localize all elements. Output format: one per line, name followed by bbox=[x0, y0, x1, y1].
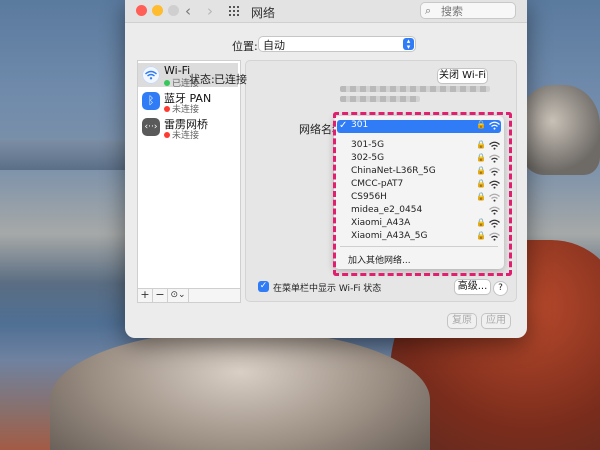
select-arrows-icon: ▴ ▾ bbox=[403, 38, 414, 51]
location-value: 自动 bbox=[263, 39, 285, 52]
wifi-signal-icon bbox=[489, 206, 500, 215]
network-item[interactable]: ChinaNet-L36R_5G 🔒 bbox=[334, 166, 504, 179]
show-wifi-in-menubar-label: 在菜单栏中显示 Wi-Fi 状态 bbox=[273, 284, 382, 294]
wifi-signal-icon bbox=[489, 141, 500, 150]
desktop-rock bbox=[520, 85, 600, 175]
network-name-dropdown[interactable]: ✓ 301 🔒 301-5G 🔒 302-5G 🔒 ChinaNet-L36R_… bbox=[334, 116, 504, 269]
status-label: 状态: bbox=[189, 73, 215, 86]
lock-icon: 🔒 bbox=[476, 120, 486, 129]
network-item[interactable]: CS956H 🔒 bbox=[334, 192, 504, 205]
revert-button[interactable]: 复原 bbox=[448, 314, 476, 328]
help-button[interactable]: ? bbox=[494, 282, 507, 295]
lock-icon: 🔒 bbox=[476, 218, 486, 227]
wifi-signal-icon bbox=[489, 180, 500, 189]
service-status: 未连接 bbox=[164, 128, 199, 141]
join-other-network-item[interactable]: 加入其他网络... bbox=[348, 253, 411, 266]
network-item[interactable]: 301-5G 🔒 bbox=[334, 140, 504, 153]
zoom-window-button[interactable] bbox=[168, 5, 179, 16]
network-item[interactable]: 302-5G 🔒 bbox=[334, 153, 504, 166]
wifi-signal-icon bbox=[489, 121, 500, 130]
network-item[interactable]: CMCC-pAT7 🔒 bbox=[334, 179, 504, 192]
lock-icon: 🔒 bbox=[476, 231, 486, 240]
search-input[interactable] bbox=[439, 4, 513, 19]
status-dot-icon bbox=[164, 132, 170, 138]
service-list-toolbar: + − ⊙⌄ bbox=[137, 288, 241, 303]
status-dot-icon bbox=[164, 80, 170, 86]
search-field[interactable]: ⌕ bbox=[420, 2, 516, 19]
minimize-window-button[interactable] bbox=[152, 5, 163, 16]
show-wifi-in-menubar-checkbox[interactable]: ✓ bbox=[258, 281, 269, 292]
show-all-grid-icon[interactable] bbox=[229, 6, 241, 16]
add-service-button[interactable]: + bbox=[138, 289, 153, 302]
service-list: Wi-Fi 已连接 ᛒ 蓝牙 PAN 未连接 ‹··› 雷雳网桥 未连接 bbox=[137, 60, 241, 302]
wifi-icon bbox=[142, 66, 160, 84]
forward-icon[interactable]: › bbox=[207, 2, 213, 20]
bluetooth-icon: ᛒ bbox=[142, 92, 160, 110]
back-icon[interactable]: ‹ bbox=[185, 2, 191, 20]
checkmark-icon: ✓ bbox=[339, 120, 348, 131]
turn-off-wifi-button[interactable]: 关闭 Wi-Fi bbox=[438, 69, 487, 83]
close-window-button[interactable] bbox=[136, 5, 147, 16]
lock-icon: 🔒 bbox=[476, 140, 486, 149]
lock-icon: 🔒 bbox=[476, 166, 486, 175]
service-status: 未连接 bbox=[164, 102, 199, 115]
status-dot-icon bbox=[164, 106, 170, 112]
desktop-shoreline bbox=[0, 140, 130, 170]
location-label: 位置: bbox=[232, 40, 258, 53]
wifi-signal-icon bbox=[489, 167, 500, 176]
network-item[interactable]: midea_e2_0454 bbox=[334, 205, 504, 218]
network-item[interactable]: Xiaomi_A43A 🔒 bbox=[334, 218, 504, 231]
service-item-bluetooth-pan[interactable]: ᛒ 蓝牙 PAN 未连接 bbox=[138, 89, 238, 115]
menu-separator bbox=[340, 246, 498, 247]
service-item-thunderbolt-bridge[interactable]: ‹··› 雷雳网桥 未连接 bbox=[138, 115, 238, 141]
redacted-status-detail bbox=[340, 96, 420, 102]
status-value: 已连接 bbox=[214, 73, 247, 86]
action-menu-button[interactable]: ⊙⌄ bbox=[168, 289, 189, 302]
lock-icon: 🔒 bbox=[476, 153, 486, 162]
network-item[interactable]: Xiaomi_A43A_5G 🔒 bbox=[334, 231, 504, 244]
wifi-signal-icon bbox=[489, 219, 500, 228]
window-title: 网络 bbox=[251, 6, 276, 20]
lock-icon: 🔒 bbox=[476, 179, 486, 188]
wifi-signal-icon bbox=[489, 193, 500, 202]
remove-service-button[interactable]: − bbox=[153, 289, 168, 302]
desktop-cliff bbox=[50, 330, 430, 450]
network-item[interactable]: ✓ 301 🔒 bbox=[337, 120, 501, 133]
thunderbolt-bridge-icon: ‹··› bbox=[142, 118, 160, 136]
title-bar: ‹ › 网络 ⌕ bbox=[125, 0, 527, 23]
wifi-signal-icon bbox=[489, 154, 500, 163]
redacted-status-detail bbox=[340, 86, 490, 92]
wifi-signal-icon bbox=[489, 232, 500, 241]
lock-icon: 🔒 bbox=[476, 192, 486, 201]
search-icon: ⌕ bbox=[425, 4, 432, 17]
apply-button[interactable]: 应用 bbox=[482, 314, 510, 328]
location-select[interactable]: 自动 ▴ ▾ bbox=[259, 37, 415, 52]
advanced-button[interactable]: 高级... bbox=[455, 280, 490, 294]
